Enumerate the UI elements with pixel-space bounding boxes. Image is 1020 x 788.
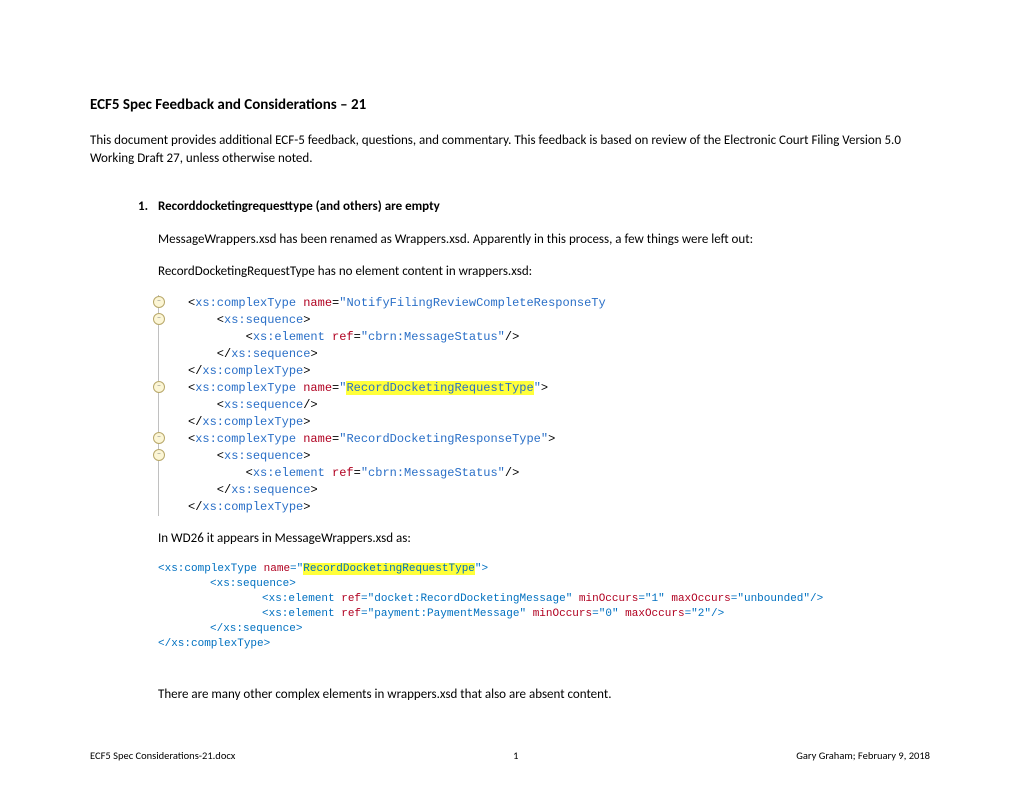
footer-page-number: 1 — [513, 749, 518, 764]
section-heading-row: 1. Recorddocketingrequesttype (and other… — [138, 198, 930, 216]
fold-icon — [153, 313, 165, 325]
footer-right: Gary Graham; February 9, 2018 — [796, 749, 930, 764]
highlight-span: RecordDocketingRequestType — [303, 563, 475, 575]
section-number: 1. — [138, 198, 158, 216]
code-line: <xs:element ref="payment:PaymentMessage"… — [262, 607, 930, 622]
paragraph-3: In WD26 it appears in MessageWrappers.xs… — [158, 530, 930, 548]
code-line: </xs:complexType> — [188, 414, 930, 431]
intro-paragraph: This document provides additional ECF-5 … — [90, 132, 930, 168]
code-line: <xs:sequence/> — [188, 397, 930, 414]
paragraph-4: There are many other complex elements in… — [158, 686, 930, 704]
paragraph-2: RecordDocketingRequestType has no elemen… — [158, 263, 930, 281]
code-line: <xs:element ref="cbrn:MessageStatus"/> — [188, 465, 930, 482]
code-line: </xs:complexType> — [188, 363, 930, 380]
page-title: ECF5 Spec Feedback and Considerations – … — [90, 95, 930, 116]
xml-snippet-2: <xs:complexType name="RecordDocketingReq… — [158, 562, 930, 652]
section-body: MessageWrappers.xsd has been renamed as … — [158, 231, 930, 705]
paragraph-1: MessageWrappers.xsd has been renamed as … — [158, 231, 930, 249]
code-line: <xs:complexType name="RecordDocketingRes… — [188, 431, 930, 448]
page-footer: ECF5 Spec Considerations-21.docx 1 Gary … — [90, 749, 930, 764]
code-line: </xs:complexType> — [188, 499, 930, 516]
fold-icon — [153, 381, 165, 393]
code-line: <xs:element ref="docket:RecordDocketingM… — [262, 592, 930, 607]
code-line: <xs:complexType name="NotifyFilingReview… — [188, 295, 930, 312]
code-line: <xs:element ref="cbrn:MessageStatus"/> — [188, 329, 930, 346]
document-page: ECF5 Spec Feedback and Considerations – … — [0, 0, 1020, 788]
xml-snippet-1: <xs:complexType name="NotifyFilingReview… — [158, 295, 930, 516]
code-line: </xs:complexType> — [158, 637, 930, 652]
code-line: <xs:sequence> — [210, 577, 930, 592]
code-line: <xs:complexType name="RecordDocketingReq… — [188, 380, 930, 397]
code-line: <xs:complexType name="RecordDocketingReq… — [158, 562, 930, 577]
code-line: <xs:sequence> — [188, 312, 930, 329]
fold-icon — [153, 449, 165, 461]
fold-icon — [153, 432, 165, 444]
code-line: <xs:sequence> — [188, 448, 930, 465]
footer-left: ECF5 Spec Considerations-21.docx — [90, 749, 235, 764]
code-line: </xs:sequence> — [188, 482, 930, 499]
code-line: </xs:sequence> — [188, 346, 930, 363]
highlight-span: RecordDocketingRequestType — [346, 381, 533, 395]
fold-icon — [153, 296, 165, 308]
fold-gutter — [158, 295, 171, 516]
section-heading: Recorddocketingrequesttype (and others) … — [158, 198, 440, 216]
code-line: </xs:sequence> — [210, 622, 930, 637]
